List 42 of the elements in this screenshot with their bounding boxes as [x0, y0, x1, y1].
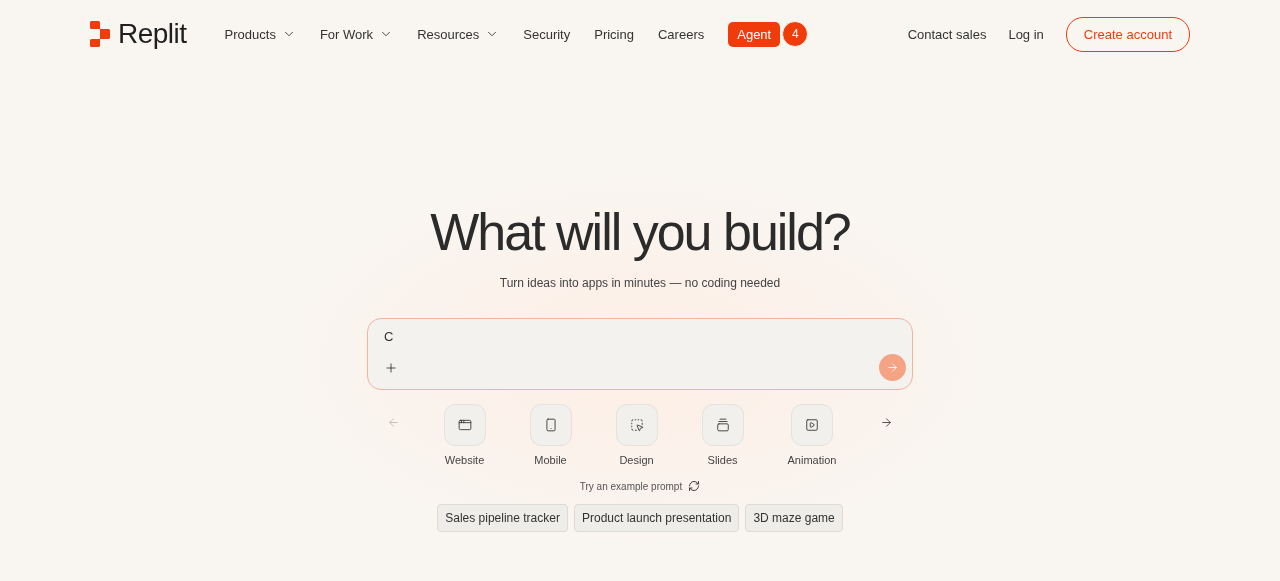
play-window-icon [805, 418, 819, 432]
category-button[interactable]: Design [615, 404, 658, 466]
next-button[interactable] [880, 416, 894, 429]
login-link[interactable]: Log in [1008, 26, 1044, 42]
category-button[interactable]: Animation [787, 404, 837, 466]
brand-name[interactable]: Replit [118, 18, 187, 50]
example-prompt-label: Try an example prompt [579, 480, 683, 492]
create-account-button[interactable]: Create account [1065, 16, 1190, 52]
arrow-left-icon [386, 416, 400, 429]
nav-link[interactable]: Careers [658, 26, 705, 42]
arrow-right-icon [886, 361, 899, 374]
stacked-slides-icon [715, 418, 730, 432]
add-button[interactable] [384, 360, 398, 375]
nav-link[interactable]: Security [523, 26, 571, 42]
agent-link[interactable]: Agent [728, 21, 781, 47]
browser-window-icon [457, 418, 472, 432]
category-button[interactable]: Slides [701, 404, 744, 466]
category-label: Design [619, 454, 654, 466]
hero-subtitle: Turn ideas into apps in minutes — no coding needed [499, 276, 781, 290]
nav-link[interactable]: For Work [319, 26, 394, 42]
contact-sales-link[interactable]: Contact sales [907, 26, 987, 42]
phone-icon [543, 418, 558, 432]
category-label: Mobile [534, 454, 567, 466]
category-label: Animation [787, 454, 837, 466]
category-button[interactable]: Mobile [529, 404, 572, 466]
example-prompt-chip[interactable]: 3D maze game [745, 504, 843, 532]
nav-link[interactable]: Pricing [594, 26, 634, 42]
logo-icon[interactable] [90, 21, 110, 47]
count-badge: 4 [782, 21, 809, 47]
hero-title: What will you build? [430, 202, 850, 262]
nav-link[interactable]: Products [224, 26, 296, 42]
nav-link[interactable]: Resources [417, 26, 500, 42]
refresh-icon[interactable] [688, 480, 701, 492]
category-button[interactable]: Website [443, 404, 486, 466]
plus-icon [384, 360, 398, 375]
prompt-input[interactable]: C [384, 329, 484, 344]
dashed-pointer-icon [629, 418, 644, 432]
category-label: Slides [707, 454, 738, 466]
example-prompt-chip[interactable]: Product launch presentation [573, 504, 740, 532]
category-label: Website [444, 454, 485, 466]
example-prompt-chip[interactable]: Sales pipeline tracker [437, 504, 568, 532]
arrow-right-icon [880, 416, 894, 429]
